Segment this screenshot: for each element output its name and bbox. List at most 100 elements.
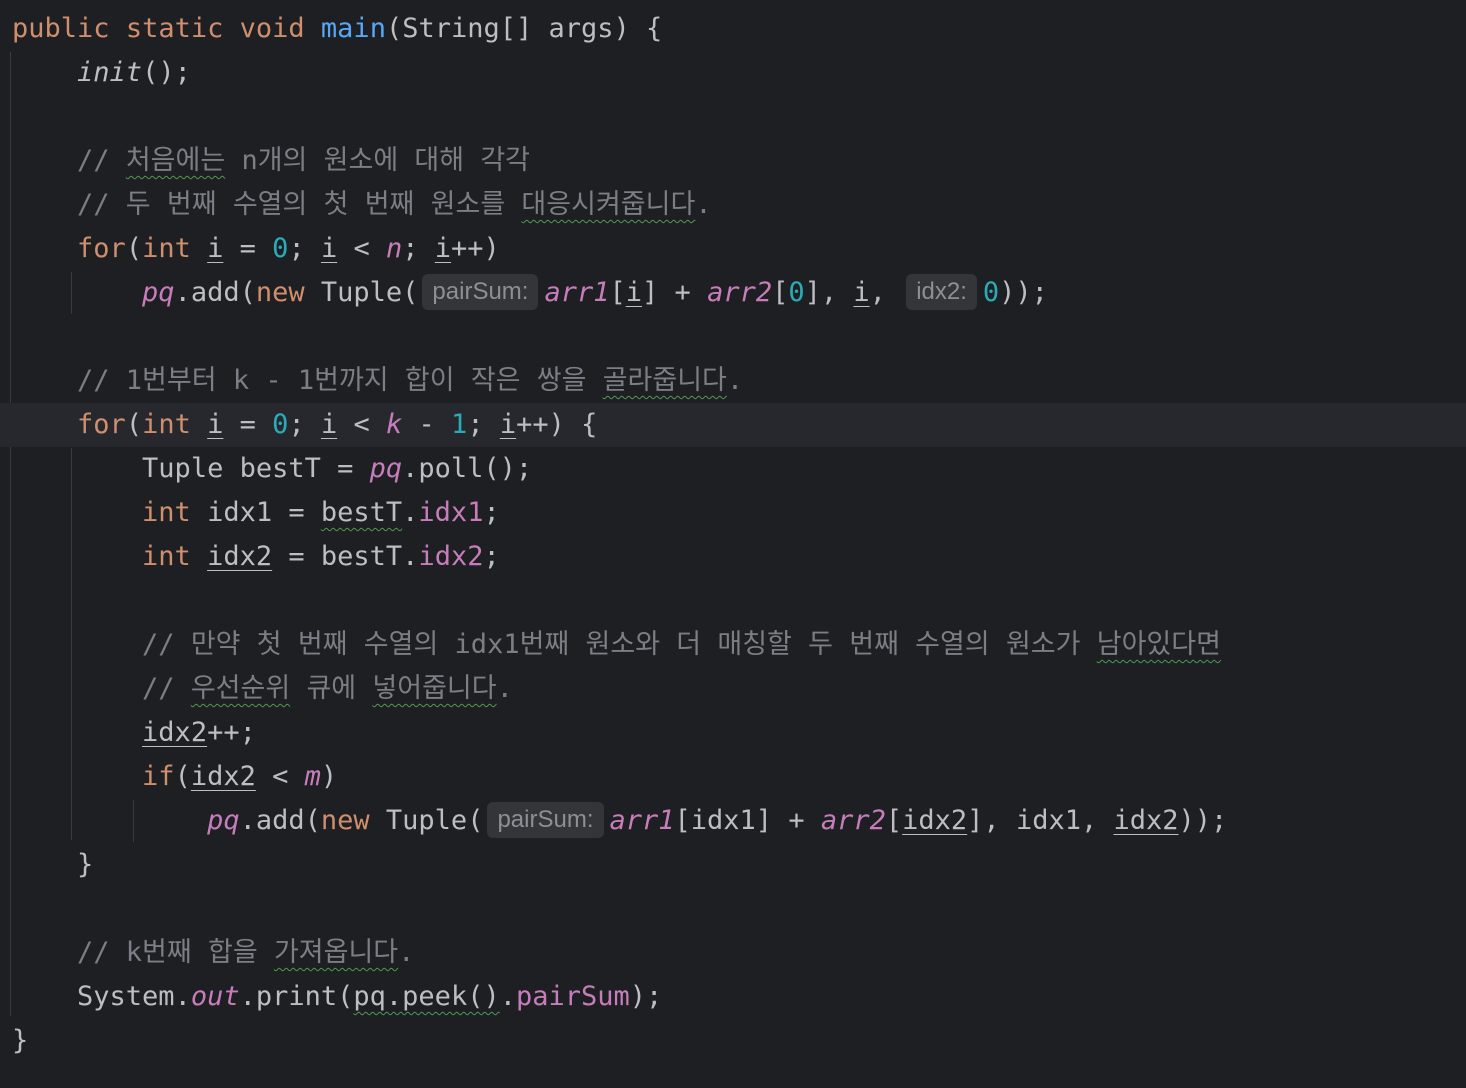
variable: i xyxy=(853,277,870,308)
code-text: , xyxy=(869,277,903,308)
code-line-17[interactable]: idx2++; xyxy=(0,711,1466,755)
code-line-5[interactable]: // 두 번째 수열의 첫 번째 원소를 대응시켜줍니다. xyxy=(0,183,1466,227)
code-line-19[interactable]: pq.add(new Tuple(pairSum: arr1[idx1] + ar… xyxy=(0,799,1466,843)
code-line-23[interactable]: System.out.print(pq.peek().pairSum); xyxy=(0,975,1466,1019)
comment: // 만약 첫 번째 수열의 idx1번째 원소와 더 매칭할 두 번째 수열의… xyxy=(142,629,1221,660)
comment-text: . xyxy=(726,365,744,396)
static-field: arr1 xyxy=(544,277,610,308)
method-name: main xyxy=(320,13,386,44)
code-line-20[interactable]: } xyxy=(0,843,1466,887)
code-text: Tuple bestT = xyxy=(142,453,370,484)
code-line-24[interactable]: } xyxy=(0,1019,1466,1063)
static-field: arr2 xyxy=(820,805,886,836)
inlay-hint[interactable]: pairSum: xyxy=(422,274,539,310)
code-text: < xyxy=(337,409,386,440)
code-text: - xyxy=(402,409,452,440)
code-line-4[interactable]: // 처음에는 n개의 원소에 대해 각각 xyxy=(0,139,1466,183)
variable: i xyxy=(207,409,224,440)
static-call: init xyxy=(77,57,143,88)
number: 1 xyxy=(451,409,468,440)
code-text: .add( xyxy=(174,277,256,308)
code-text: ; xyxy=(483,497,500,528)
comment-text: // k번째 합을 xyxy=(77,937,274,968)
variable: idx2 xyxy=(1113,805,1179,836)
code-line-13[interactable]: int idx2 = bestT.idx2; xyxy=(0,535,1466,579)
comment-text: n개의 원소에 대해 각각 xyxy=(225,145,531,176)
variable: idx2 xyxy=(142,717,208,748)
code-line-12[interactable]: int idx1 = bestT.idx1; xyxy=(0,491,1466,535)
code-text: ; xyxy=(483,541,500,572)
comment: // 두 번째 수열의 첫 번째 원소를 대응시켜줍니다. xyxy=(77,189,712,220)
code-text: ; xyxy=(288,233,321,264)
typo-word: 남아있다면 xyxy=(1096,629,1221,660)
inlay-hint[interactable]: idx2: xyxy=(906,274,977,310)
code-text: ; xyxy=(402,233,435,264)
variable: i xyxy=(434,233,452,264)
keyword: static xyxy=(125,13,224,44)
comment-text: // xyxy=(142,673,191,704)
code-line-16[interactable]: // 우선순위 큐에 넣어줍니다. xyxy=(0,667,1466,711)
code-text: .poll(); xyxy=(402,453,533,484)
code-line-6[interactable]: for(int i = 0; i < n; i++) xyxy=(0,227,1466,271)
static-field: pq xyxy=(207,805,240,836)
code-text: = bestT. xyxy=(272,541,419,572)
comment-text: // xyxy=(77,145,126,176)
field: pairSum xyxy=(515,981,630,1012)
static-field: pq xyxy=(142,277,175,308)
code-line-10[interactable]: for(int i = 0; i < k - 1; i++) { xyxy=(0,403,1466,447)
code-text: ++; xyxy=(207,717,256,748)
static-field: k xyxy=(386,409,403,440)
code-text: ], xyxy=(804,277,854,308)
comment-text: . xyxy=(496,673,513,704)
typo-word: 골라줍니다 xyxy=(602,365,727,396)
typo-word: 가져옵니다 xyxy=(273,937,399,968)
variable: idx2 xyxy=(902,805,968,836)
code-text: (); xyxy=(142,57,191,88)
code-line-18[interactable]: if(idx2 < m) xyxy=(0,755,1466,799)
typo-word: 우선순위 xyxy=(190,673,291,704)
code-text: ( xyxy=(125,409,143,440)
keyword: void xyxy=(239,13,305,44)
closing-brace: } xyxy=(12,1025,29,1056)
typo-word: bestT xyxy=(320,497,403,528)
code-text: .print( xyxy=(239,981,354,1012)
closing-brace: } xyxy=(77,849,94,880)
code-editor[interactable]: public static void main(String[] args) {… xyxy=(0,0,1466,1088)
code-text: [ xyxy=(609,277,626,308)
code-text: [ xyxy=(885,805,903,836)
code-text: ++) { xyxy=(516,409,598,440)
keyword: new xyxy=(255,277,305,308)
comment: // 우선순위 큐에 넣어줍니다. xyxy=(142,673,513,704)
field: idx1 xyxy=(418,497,484,528)
code-line-11[interactable]: Tuple bestT = pq.poll(); xyxy=(0,447,1466,491)
number: 0 xyxy=(788,277,805,308)
inlay-hint[interactable]: pairSum: xyxy=(487,802,604,838)
code-text: = xyxy=(223,233,273,264)
code-line-1[interactable]: public static void main(String[] args) { xyxy=(0,7,1466,51)
code-text: = xyxy=(223,409,273,440)
code-text: idx1 = xyxy=(190,497,321,528)
code-line-9[interactable]: // 1번부터 k - 1번까지 합이 작은 쌍을 골라줍니다. xyxy=(0,359,1466,403)
comment: // 1번부터 k - 1번까지 합이 작은 쌍을 골라줍니다. xyxy=(77,365,743,396)
static-field: n xyxy=(386,233,403,264)
static-field: out xyxy=(190,981,240,1012)
keyword: int xyxy=(142,497,191,528)
code-text: (String[] args) { xyxy=(385,13,663,44)
comment: // 처음에는 n개의 원소에 대해 각각 xyxy=(77,145,530,176)
typo-word: 넣어줍니다 xyxy=(372,673,497,704)
static-field: pq xyxy=(369,453,403,484)
code-line-2[interactable]: init(); xyxy=(0,51,1466,95)
typo-word: 처음에는 xyxy=(125,145,226,176)
static-field: arr2 xyxy=(707,277,773,308)
code-line-7[interactable]: pq.add(new Tuple(pairSum: arr1[i] + arr2[… xyxy=(0,271,1466,315)
code-text: .add( xyxy=(239,805,321,836)
comment-text: . xyxy=(695,189,712,220)
code-line-22[interactable]: // k번째 합을 가져옵니다. xyxy=(0,931,1466,975)
code-text: ++) xyxy=(451,233,500,264)
code-line-15[interactable]: // 만약 첫 번째 수열의 idx1번째 원소와 더 매칭할 두 번째 수열의… xyxy=(0,623,1466,667)
code-text: [idx1] + xyxy=(674,805,821,836)
comment-text: . xyxy=(398,937,415,968)
keyword: new xyxy=(320,805,370,836)
